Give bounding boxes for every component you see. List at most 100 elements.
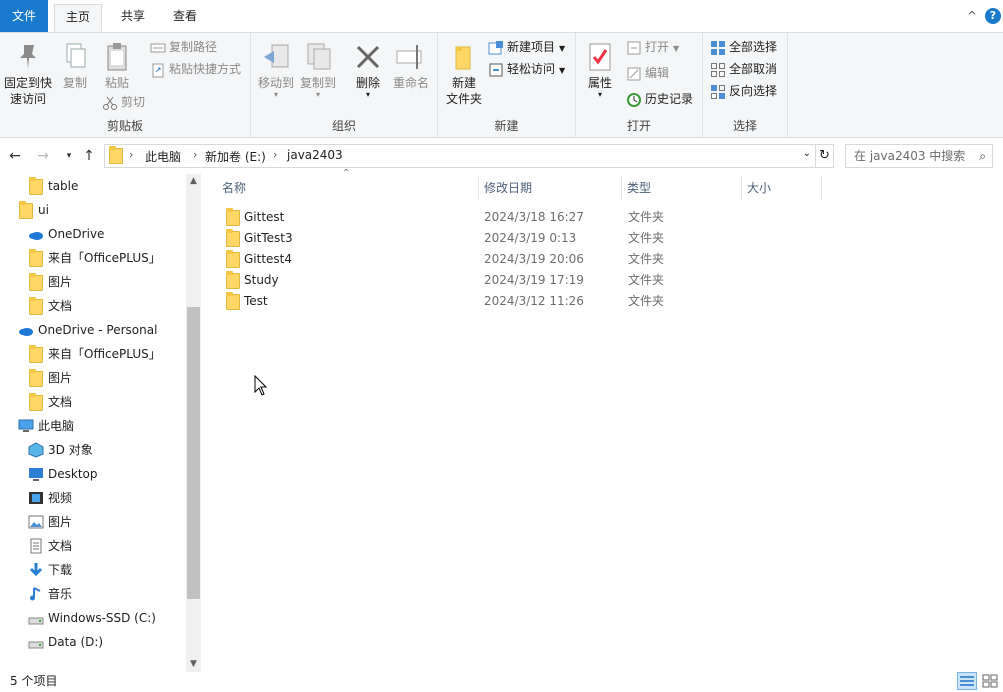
move-to-label: 移动到 <box>257 76 294 90</box>
search-placeholder: 在 java2403 中搜索 <box>854 149 966 163</box>
back-arrow-icon[interactable]: ← <box>6 146 24 166</box>
breadcrumb-separator-icon[interactable]: › <box>193 148 197 161</box>
scrollbar-thumb[interactable] <box>187 307 200 599</box>
rename-button[interactable]: 重命名 <box>389 41 433 91</box>
column-divider[interactable] <box>478 176 479 200</box>
tab-home[interactable]: 主页 <box>54 4 102 32</box>
up-arrow-icon[interactable]: ↑ <box>80 146 98 166</box>
file-date: 2024/3/18 16:27 <box>484 210 584 224</box>
new-item-button[interactable]: 新建项目 ▼ <box>488 37 565 57</box>
breadcrumb-separator-icon[interactable]: › <box>273 148 277 161</box>
folder-icon <box>18 201 34 219</box>
copy-path-button[interactable]: 复制路径 <box>150 37 217 57</box>
file-row[interactable]: GitTest3 2024/3/19 0:13 文件夹 <box>222 228 822 249</box>
drive-icon <box>28 610 44 626</box>
column-header-name[interactable]: 名称 <box>222 174 246 202</box>
column-divider[interactable] <box>621 176 622 200</box>
delete-dropdown-icon: ▾ <box>365 90 370 99</box>
nav-item-label: 图片 <box>48 515 73 529</box>
group-select: 全部选择 全部取消 反向选择 选择 <box>703 33 788 138</box>
copy-label: 复制 <box>62 76 87 90</box>
folder-shape <box>29 345 43 363</box>
copy-button[interactable]: 复制 <box>58 41 92 91</box>
file-row[interactable]: Test 2024/3/12 11:26 文件夹 <box>222 291 822 312</box>
breadcrumb-java2403[interactable]: java2403 <box>287 148 343 162</box>
group-label-select: 选择 <box>732 119 757 133</box>
breadcrumb-this-pc[interactable]: 此电脑 <box>145 148 181 165</box>
nav-item-label: 视频 <box>48 491 73 505</box>
easy-access-button[interactable]: 轻松访问 ▼ <box>488 59 565 79</box>
onedrive-cloud-icon <box>28 226 44 242</box>
collapse-ribbon-chevron-icon[interactable]: ^ <box>964 8 980 24</box>
clipboard-icon <box>101 41 133 73</box>
sort-ascending-chevron-icon: ⌃ <box>342 168 351 179</box>
folder-icon <box>28 273 44 291</box>
move-to-dropdown-icon: ▾ <box>273 90 278 99</box>
select-none-icon <box>710 62 726 78</box>
tab-view[interactable]: 查看 <box>161 4 209 32</box>
cut-button[interactable]: 剪切 <box>102 92 145 112</box>
edit-button[interactable]: 编辑 <box>626 63 669 83</box>
folder-icon <box>28 297 44 315</box>
folder-icon <box>28 369 44 387</box>
folder-icon <box>28 345 44 363</box>
paste-label: 粘贴 <box>104 76 129 90</box>
open-label: 打开 <box>645 40 670 54</box>
folder-icon <box>28 249 44 267</box>
column-header-size[interactable]: 大小 <box>747 174 771 202</box>
file-date: 2024/3/19 0:13 <box>484 231 577 245</box>
column-divider[interactable] <box>821 176 822 200</box>
search-input[interactable]: 在 java2403 中搜索 ⌕ <box>845 144 993 168</box>
breadcrumb-drive-e[interactable]: 新加卷 (E:) <box>205 148 266 165</box>
scroll-up-arrow-icon[interactable]: ▲ <box>186 174 201 189</box>
invert-selection-icon <box>710 84 726 100</box>
paste-shortcut-label: 粘贴快捷方式 <box>169 62 242 76</box>
rename-icon <box>395 41 427 73</box>
paste-button[interactable]: 粘贴 <box>100 41 134 91</box>
column-header-type[interactable]: 类型 <box>627 174 651 202</box>
column-divider[interactable] <box>741 176 742 200</box>
file-name: GitTest3 <box>244 231 293 245</box>
tab-file[interactable]: 文件 <box>0 0 48 32</box>
copy-to-button[interactable]: 复制到 ▾ <box>298 41 338 99</box>
desktop-icon <box>28 466 44 482</box>
file-name: Study <box>244 273 279 287</box>
nav-scrollbar[interactable]: ▲ ▼ <box>186 174 201 672</box>
select-all-button[interactable]: 全部选择 <box>710 37 777 57</box>
group-clipboard: 固定到快 速访问 复制 粘贴 复制路径 粘贴快捷方式 剪切 剪贴板 <box>0 33 251 138</box>
invert-selection-button[interactable]: 反向选择 <box>710 81 777 101</box>
address-dropdown-chevron-icon[interactable]: ⌄ <box>803 148 811 159</box>
scroll-down-arrow-icon[interactable]: ▼ <box>186 657 201 672</box>
new-folder-button[interactable]: 新建 文件夹 <box>442 41 486 107</box>
nav-item-label: ui <box>38 203 49 217</box>
breadcrumb-separator-icon[interactable]: › <box>129 148 133 161</box>
file-row[interactable]: Gittest 2024/3/18 16:27 文件夹 <box>222 207 822 228</box>
paste-shortcut-icon <box>150 62 166 78</box>
edit-label: 编辑 <box>645 66 670 80</box>
help-icon[interactable]: ? <box>985 8 1001 24</box>
refresh-icon[interactable]: ↻ <box>816 144 834 168</box>
address-bar[interactable]: › 此电脑 › 新加卷 (E:) › java2403 ⌄ <box>104 144 816 168</box>
column-header-date[interactable]: 修改日期 <box>484 174 532 202</box>
paste-shortcut-button[interactable]: 粘贴快捷方式 <box>150 59 241 79</box>
history-button[interactable]: 历史记录 <box>626 89 693 109</box>
details-view-icon[interactable] <box>957 672 977 690</box>
select-none-button[interactable]: 全部取消 <box>710 59 777 79</box>
select-all-label: 全部选择 <box>729 40 778 54</box>
file-row[interactable]: Gittest4 2024/3/19 20:06 文件夹 <box>222 249 822 270</box>
recent-locations-chevron-icon[interactable]: ▾ <box>60 146 78 166</box>
large-icons-view-icon[interactable] <box>980 672 1000 690</box>
nav-item-label: 文档 <box>48 395 73 409</box>
properties-button[interactable]: 属性 ▾ <box>584 41 616 99</box>
move-to-button[interactable]: 移动到 ▾ <box>256 41 296 99</box>
search-icon[interactable]: ⌕ <box>979 145 986 167</box>
delete-button[interactable]: 删除 ▾ <box>351 41 385 99</box>
onedrive-cloud-icon <box>18 322 34 338</box>
easy-access-icon <box>488 62 504 78</box>
forward-arrow-icon[interactable]: → <box>34 146 52 166</box>
file-row[interactable]: Study 2024/3/19 17:19 文件夹 <box>222 270 822 291</box>
pin-quick-access-button[interactable]: 固定到快 速访问 <box>2 41 54 107</box>
tab-share[interactable]: 共享 <box>109 4 157 32</box>
nav-item-label: 文档 <box>48 539 73 553</box>
open-button[interactable]: 打开 ▼ <box>626 37 679 57</box>
